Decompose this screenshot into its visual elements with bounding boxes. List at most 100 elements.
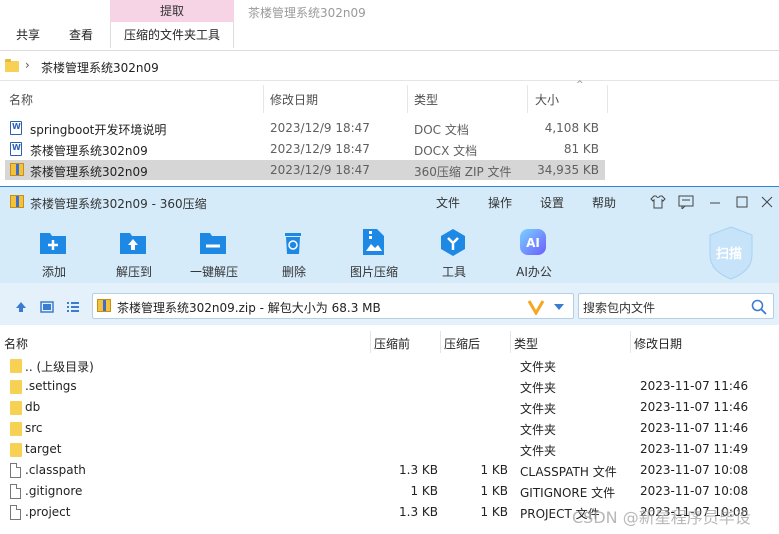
zip-row[interactable]: .classpath 1.3 KB 1 KB CLASSPATH 文件 2023…: [4, 460, 779, 481]
column-type[interactable]: 类型: [414, 91, 438, 108]
column-separator: [370, 331, 371, 353]
tab-share[interactable]: 共享: [16, 25, 40, 45]
zip-row-name: .. (上级目录): [25, 360, 94, 374]
menu-help[interactable]: 帮助: [592, 194, 616, 211]
watermark: CSDN @新星程序员毕设: [572, 508, 751, 527]
zip-column-date[interactable]: 修改日期: [634, 335, 682, 352]
menu-action[interactable]: 操作: [488, 194, 512, 211]
delete-button[interactable]: 删除: [262, 225, 326, 283]
file-row[interactable]: springboot开发环境说明 2023/12/9 18:47 DOC 文档 …: [5, 118, 605, 138]
file-name: 茶楼管理系统302n09: [30, 165, 148, 179]
search-placeholder: 搜索包内文件: [583, 301, 656, 315]
tools-label: 工具: [441, 265, 466, 279]
menu-file[interactable]: 文件: [436, 194, 460, 211]
tab-extract[interactable]: 提取: [110, 0, 234, 22]
minimize-icon[interactable]: [708, 195, 722, 209]
zip-column-name[interactable]: 名称: [4, 335, 28, 352]
zip-column-before[interactable]: 压缩前: [374, 335, 410, 352]
zip-column-type[interactable]: 类型: [514, 335, 538, 352]
tab-view[interactable]: 查看: [69, 25, 93, 45]
zip-row-date: 2023-11-07 10:08: [640, 484, 749, 498]
extract-to-button[interactable]: 解压到: [102, 225, 166, 283]
folder-icon: [10, 380, 22, 394]
file-type: DOCX 文档: [414, 144, 478, 158]
zip-row-type: CLASSPATH 文件: [520, 465, 617, 479]
column-separator: [527, 85, 528, 113]
zip-titlebar: 茶楼管理系统302n09 - 360压缩 文件 操作 设置 帮助: [0, 187, 779, 217]
one-click-extract-button[interactable]: 一键解压: [182, 225, 246, 283]
column-date[interactable]: 修改日期: [270, 91, 318, 108]
file-date: 2023/12/9 18:47: [270, 142, 370, 156]
address-bar[interactable]: › 茶楼管理系统302n09: [0, 55, 779, 77]
zip-row-before: 1.3 KB: [399, 505, 438, 519]
zip-row[interactable]: .gitignore 1 KB 1 KB GITIGNORE 文件 2023-1…: [4, 481, 779, 502]
column-separator: [440, 331, 441, 353]
list-view-icon[interactable]: [66, 300, 80, 314]
image-compress-button[interactable]: 图片压缩: [342, 225, 406, 283]
zip-row-type: 文件夹: [520, 381, 557, 395]
archive-path-text: 茶楼管理系统302n09.zip - 解包大小为 68.3 MB: [117, 301, 381, 315]
file-icon: [10, 505, 21, 520]
zip-row-type: 文件夹: [520, 360, 557, 374]
breadcrumb[interactable]: 茶楼管理系统302n09: [41, 59, 159, 76]
search-icon[interactable]: [751, 299, 767, 315]
zip-window-title: 茶楼管理系统302n09 - 360压缩: [30, 197, 207, 211]
thumbnail-view-icon[interactable]: [40, 300, 54, 314]
zip-row[interactable]: .. (上级目录) 文件夹: [4, 355, 779, 376]
file-date: 2023/12/9 18:47: [270, 163, 370, 177]
zip-row[interactable]: db 文件夹 2023-11-07 11:46: [4, 397, 779, 418]
file-row[interactable]: 茶楼管理系统302n09 2023/12/9 18:47 DOCX 文档 81 …: [5, 139, 605, 159]
tools-button[interactable]: 工具: [422, 225, 486, 283]
zip-row-name: .classpath: [25, 463, 86, 477]
ribbon-divider: [0, 50, 779, 51]
up-arrow-icon[interactable]: [14, 300, 28, 314]
zip-app-icon: [10, 195, 24, 208]
extract-to-label: 解压到: [115, 265, 152, 279]
folder-icon: [10, 359, 22, 373]
archive-path-bar[interactable]: 茶楼管理系统302n09.zip - 解包大小为 68.3 MB: [92, 293, 574, 319]
file-icon: [10, 463, 21, 478]
zip-icon: [10, 163, 24, 176]
tab-compressed-folder-tools[interactable]: 压缩的文件夹工具: [124, 25, 220, 45]
one-click-extract-icon: [200, 233, 226, 254]
address-divider: [0, 80, 779, 81]
ai-office-button[interactable]: AI AI办公: [502, 225, 566, 283]
column-name[interactable]: 名称: [9, 91, 33, 108]
zip-row-date: 2023-11-07 11:46: [640, 400, 749, 414]
zip-row-type: GITIGNORE 文件: [520, 486, 616, 500]
add-button[interactable]: 添加: [22, 225, 86, 283]
close-icon[interactable]: [760, 195, 774, 209]
zip-row-name: src: [25, 421, 43, 435]
zip-icon: [97, 299, 111, 312]
skin-icon[interactable]: [650, 195, 666, 209]
zip-row[interactable]: target 文件夹 2023-11-07 11:49: [4, 439, 779, 460]
maximize-icon[interactable]: [735, 195, 749, 209]
zip-row-after: 1 KB: [480, 505, 508, 519]
column-size[interactable]: 大小: [535, 91, 559, 108]
search-input[interactable]: 搜索包内文件: [578, 293, 774, 319]
file-type: 360压缩 ZIP 文件: [414, 165, 512, 179]
scan-button[interactable]: 扫描: [706, 225, 756, 283]
zip-window: 茶楼管理系统302n09 - 360压缩 文件 操作 设置 帮助 添加 解压到 …: [0, 186, 779, 534]
zip-row-name: .gitignore: [25, 484, 83, 498]
file-icon: [10, 484, 21, 499]
feedback-icon[interactable]: [678, 195, 694, 209]
file-size: 34,935 KB: [537, 163, 599, 177]
zip-row-after: 1 KB: [480, 484, 508, 498]
chevron-down-icon[interactable]: [553, 302, 565, 312]
zip-row[interactable]: .settings 文件夹 2023-11-07 11:46: [4, 376, 779, 397]
sort-up-icon: ^: [576, 80, 584, 90]
zip-column-after[interactable]: 压缩后: [444, 335, 480, 352]
zip-row-date: 2023-11-07 11:46: [640, 421, 749, 435]
zip-row[interactable]: src 文件夹 2023-11-07 11:46: [4, 418, 779, 439]
file-name: springboot开发环境说明: [30, 123, 167, 137]
explorer-ribbon: 提取 共享 查看 压缩的文件夹工具 茶楼管理系统302n09: [0, 0, 779, 50]
v-logo-icon[interactable]: [527, 299, 545, 315]
file-row-selected[interactable]: 茶楼管理系统302n09 2023/12/9 18:47 360压缩 ZIP 文…: [5, 160, 605, 180]
zip-row-date: 2023-11-07 10:08: [640, 463, 749, 477]
menu-settings[interactable]: 设置: [540, 194, 564, 211]
file-type: DOC 文档: [414, 123, 469, 137]
ai-office-icon: AI: [520, 229, 546, 255]
tools-icon: [441, 229, 465, 256]
file-date: 2023/12/9 18:47: [270, 121, 370, 135]
